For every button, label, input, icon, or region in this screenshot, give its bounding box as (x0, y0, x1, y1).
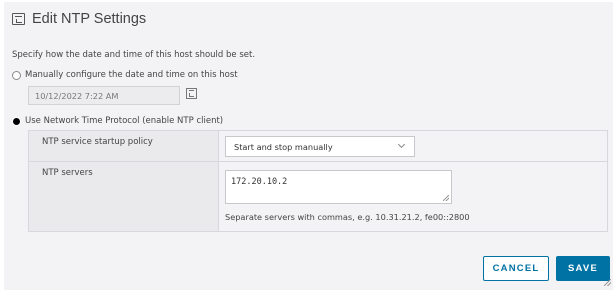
save-button[interactable]: SAVE (556, 256, 610, 281)
ntp-servers-label: NTP servers (29, 162, 219, 231)
resize-grip-icon[interactable] (443, 195, 449, 201)
dialog-title: Edit NTP Settings (32, 11, 147, 27)
manual-option-label: Manually configure the date and time on … (25, 70, 238, 80)
dialog-resize-icon[interactable] (604, 279, 611, 286)
datetime-input[interactable]: 10/12/2022 7:22 AM (28, 86, 180, 105)
cancel-button[interactable]: CANCEL (483, 256, 549, 281)
startup-policy-select[interactable]: Start and stop manually (225, 136, 415, 157)
ntp-servers-value: 172.20.10.2 (231, 177, 288, 187)
startup-policy-label: NTP service startup policy (29, 131, 219, 161)
ntp-servers-hint: Separate servers with commas, e.g. 10.31… (225, 212, 470, 222)
ntp-radio[interactable] (12, 116, 21, 126)
dialog-description: Specify how the date and time of this ho… (12, 50, 256, 60)
ntp-servers-row: NTP servers 172.20.10.2 Separate servers… (29, 162, 607, 231)
startup-policy-row: NTP service startup policy Start and sto… (29, 131, 607, 162)
manual-radio[interactable] (12, 70, 21, 80)
chevron-down-icon (397, 140, 406, 149)
calendar-icon[interactable] (186, 88, 197, 99)
ntp-option-label: Use Network Time Protocol (enable NTP cl… (25, 116, 224, 126)
manual-option[interactable]: Manually configure the date and time on … (12, 70, 238, 80)
ntp-servers-cell: 172.20.10.2 Separate servers with commas… (219, 162, 607, 231)
startup-policy-cell: Start and stop manually (219, 131, 607, 161)
edit-ntp-dialog: Edit NTP Settings Specify how the date a… (4, 2, 613, 290)
ntp-option[interactable]: Use Network Time Protocol (enable NTP cl… (12, 116, 223, 126)
ntp-servers-textarea[interactable]: 172.20.10.2 (225, 170, 452, 204)
edit-settings-icon (12, 13, 25, 25)
startup-policy-value: Start and stop manually (234, 142, 333, 152)
dialog-header: Edit NTP Settings (12, 11, 146, 27)
ntp-settings-table: NTP service startup policy Start and sto… (28, 130, 608, 232)
